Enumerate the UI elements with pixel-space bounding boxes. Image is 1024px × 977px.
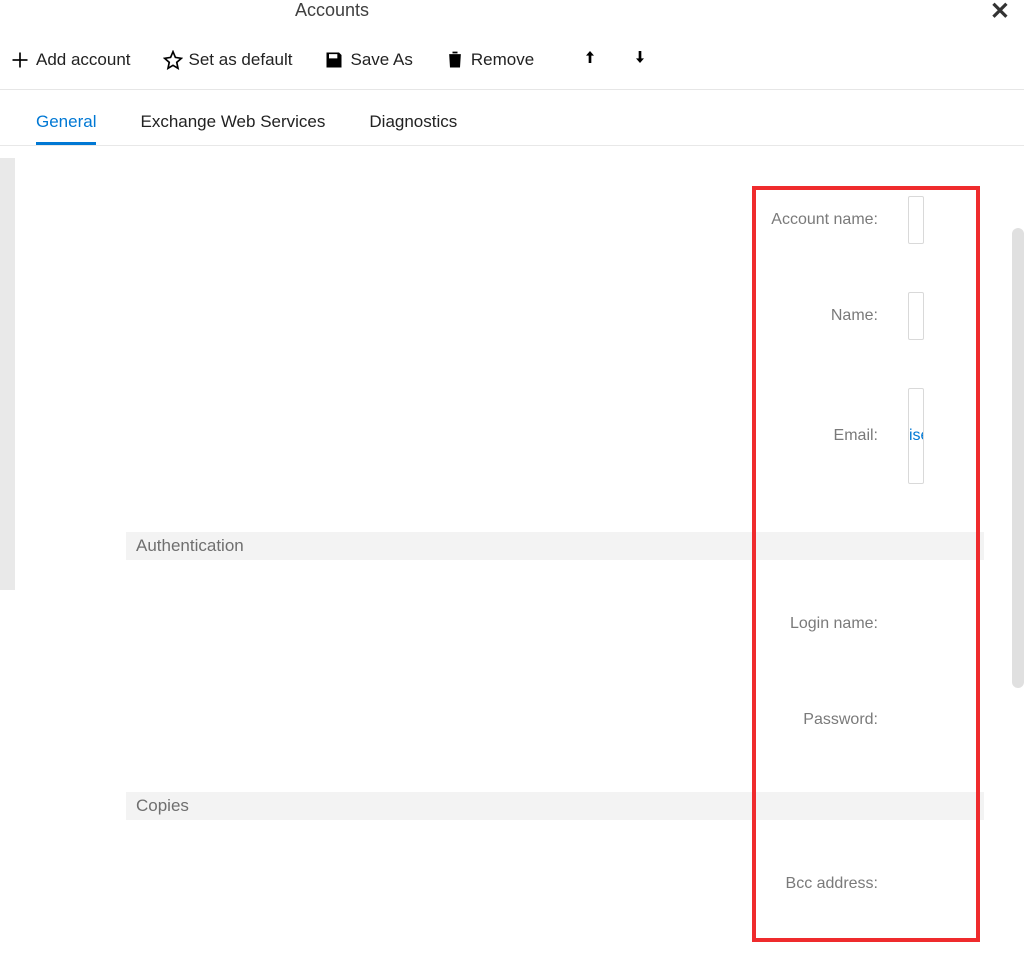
copies-section-header: Copies (126, 792, 984, 820)
authentication-section-header: Authentication (126, 532, 984, 560)
close-icon[interactable]: ✕ (990, 0, 1010, 24)
tab-general[interactable]: General (36, 100, 96, 145)
general-panel: Account name: Name: Email: ise Authentic… (0, 146, 1024, 908)
save-as-button[interactable]: Save As (324, 50, 412, 70)
name-label: Name: (831, 307, 878, 325)
move-up-button[interactable] (582, 48, 598, 71)
trash-icon (445, 50, 465, 70)
tab-diagnostics[interactable]: Diagnostics (369, 100, 457, 145)
password-label: Password: (803, 711, 878, 729)
arrow-down-icon (632, 48, 648, 66)
left-scrollbar[interactable] (0, 158, 15, 590)
add-account-button[interactable]: Add account (10, 50, 131, 70)
email-value-fragment: ise (909, 427, 924, 445)
remove-button[interactable]: Remove (445, 50, 534, 70)
tab-exchange-web-services[interactable]: Exchange Web Services (140, 100, 325, 145)
star-icon (163, 50, 183, 70)
account-name-input[interactable] (908, 196, 924, 244)
account-name-label: Account name: (771, 211, 878, 229)
move-down-button[interactable] (632, 48, 648, 71)
save-icon (324, 50, 344, 70)
arrow-up-icon (582, 48, 598, 66)
login-name-label: Login name: (790, 615, 878, 633)
email-label: Email: (834, 427, 878, 445)
name-input[interactable] (908, 292, 924, 340)
save-as-label: Save As (350, 50, 412, 70)
email-input[interactable]: ise (908, 388, 924, 484)
tab-bar: General Exchange Web Services Diagnostic… (0, 100, 1024, 146)
bcc-address-label: Bcc address: (786, 875, 878, 893)
right-scrollbar[interactable] (1012, 228, 1024, 688)
plus-icon (10, 50, 30, 70)
window-title: Accounts (295, 0, 369, 21)
set-default-button[interactable]: Set as default (163, 50, 293, 70)
remove-label: Remove (471, 50, 534, 70)
toolbar: Add account Set as default Save As Remov… (0, 28, 1024, 90)
add-account-label: Add account (36, 50, 131, 70)
set-default-label: Set as default (189, 50, 293, 70)
